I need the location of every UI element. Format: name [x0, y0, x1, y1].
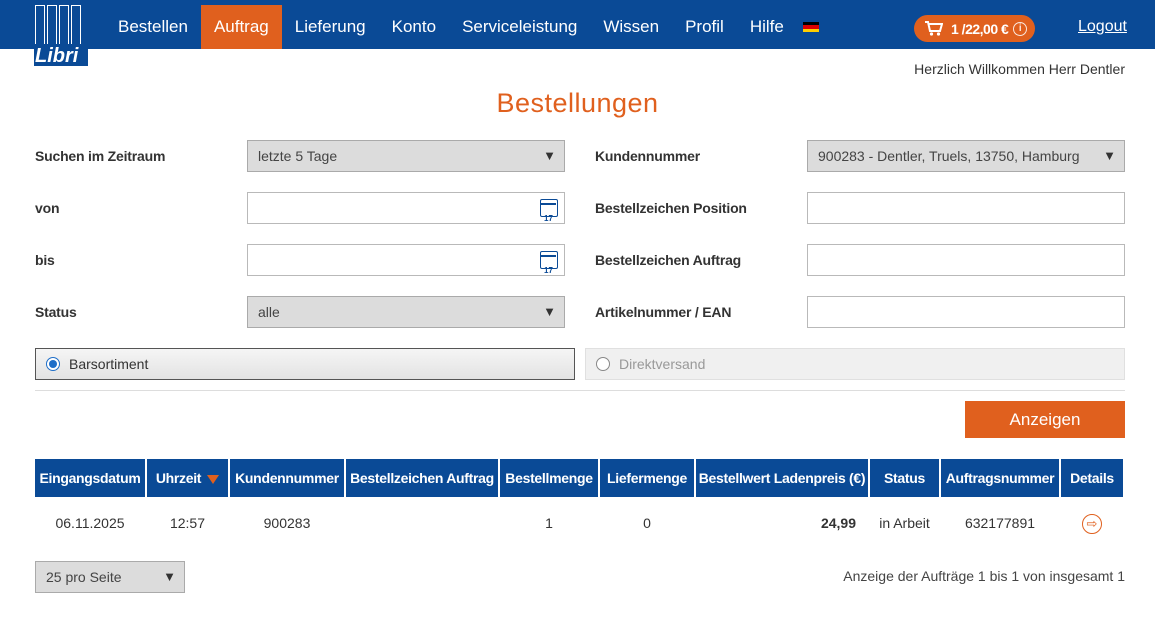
cart-button[interactable]: 1 /22,00 € i — [914, 15, 1035, 42]
col-details: Details — [1061, 459, 1123, 497]
status-value: alle — [258, 304, 280, 320]
kundennummer-label: Kundennummer — [595, 148, 700, 164]
von-date-input[interactable]: 17 — [247, 192, 565, 224]
orders-table-header: Eingangsdatum Uhrzeit Kundennummer Beste… — [35, 459, 1123, 497]
nav-profil[interactable]: Profil — [672, 5, 737, 49]
von-label: von — [35, 200, 60, 216]
nav-lieferung[interactable]: Lieferung — [282, 5, 379, 49]
nav-serviceleistung[interactable]: Serviceleistung — [449, 5, 590, 49]
sort-desc-icon — [207, 474, 220, 484]
cell-status: in Arbeit — [879, 515, 930, 531]
info-icon[interactable]: i — [1013, 21, 1028, 36]
cell-details: ⇨ — [1061, 507, 1123, 539]
position-input[interactable] — [807, 192, 1125, 224]
zeitraum-select[interactable]: letzte 5 Tage ▼ — [247, 140, 565, 172]
artikel-input[interactable] — [807, 296, 1125, 328]
col-bestellwert[interactable]: Bestellwert Ladenpreis (€) — [696, 459, 868, 497]
libri-logo[interactable]: Libri — [34, 4, 88, 66]
dropdown-arrow-icon: ▼ — [543, 148, 556, 163]
cell-liefermenge: 0 — [643, 515, 651, 531]
kundennummer-value: 900283 - Dentler, Truels, 13750, Hamburg — [818, 148, 1080, 164]
anzeigen-button[interactable]: Anzeigen — [965, 401, 1125, 438]
kundennummer-select[interactable]: 900283 - Dentler, Truels, 13750, Hamburg… — [807, 140, 1125, 172]
zeitraum-value: letzte 5 Tage — [258, 148, 338, 164]
welcome-message: Herzlich Willkommen Herr Dentler — [914, 61, 1125, 77]
col-bestellzeichen-auftrag[interactable]: Bestellzeichen Auftrag — [346, 459, 498, 497]
status-label: Status — [35, 304, 77, 320]
cell-kundennummer: 900283 — [263, 515, 311, 531]
nav-hilfe[interactable]: Hilfe — [737, 5, 797, 49]
dropdown-arrow-icon: ▼ — [163, 569, 176, 584]
radio-direktversand[interactable]: Direktversand — [585, 348, 1125, 380]
calendar-icon[interactable]: 17 — [540, 251, 558, 275]
cell-auftragsnummer: 632177891 — [964, 515, 1036, 531]
cell-bestellzeichen — [346, 507, 498, 539]
col-uhrzeit[interactable]: Uhrzeit — [147, 459, 228, 497]
per-page-select[interactable]: 25 pro Seite ▼ — [35, 561, 185, 593]
radio-direktversand-label: Direktversand — [619, 356, 706, 372]
col-bestellmenge[interactable]: Bestellmenge — [500, 459, 598, 497]
artikel-label: Artikelnummer / EAN — [595, 304, 732, 320]
cell-uhrzeit: 12:57 — [169, 515, 206, 531]
libri-logo-text: Libri — [35, 45, 79, 66]
bis-label: bis — [35, 252, 55, 268]
per-page-value: 25 pro Seite — [46, 569, 122, 585]
nav-auftrag[interactable]: Auftrag — [200, 5, 282, 49]
col-uhrzeit-label: Uhrzeit — [155, 470, 202, 486]
cart-icon — [925, 21, 943, 36]
auftrag-label: Bestellzeichen Auftrag — [595, 252, 742, 268]
results-summary: Anzeige der Aufträge 1 bis 1 von insgesa… — [843, 568, 1125, 584]
cell-bestellmenge: 1 — [545, 515, 553, 531]
col-kundennummer[interactable]: Kundennummer — [230, 459, 344, 497]
page-title: Bestellungen — [496, 88, 659, 118]
col-status[interactable]: Status — [870, 459, 939, 497]
table-row: 06.11.2025 12:57 900283 1 0 24,99 in Arb… — [35, 507, 1123, 539]
arrow-right-circle-icon[interactable]: ⇨ — [1082, 514, 1102, 535]
status-select[interactable]: alle ▼ — [247, 296, 565, 328]
cell-eingangsdatum: 06.11.2025 — [55, 515, 125, 531]
nav-wissen[interactable]: Wissen — [590, 5, 672, 49]
radio-barsortiment-label: Barsortiment — [69, 356, 149, 372]
cell-bestellwert: 24,99 — [820, 515, 856, 531]
col-liefermenge[interactable]: Liefermenge — [600, 459, 694, 497]
calendar-icon[interactable]: 17 — [540, 199, 558, 223]
top-navigation-bar: Libri Bestellen Auftrag Lieferung Konto … — [0, 0, 1155, 66]
german-flag-icon[interactable] — [802, 22, 819, 32]
zeitraum-label: Suchen im Zeitraum — [35, 148, 166, 164]
bis-date-input[interactable]: 17 — [247, 244, 565, 276]
radio-checked-icon — [46, 357, 60, 371]
main-nav: Bestellen Auftrag Lieferung Konto Servic… — [105, 5, 832, 49]
cart-summary: 1 /22,00 € — [951, 20, 1009, 37]
radio-barsortiment[interactable]: Barsortiment — [35, 348, 575, 380]
nav-konto[interactable]: Konto — [379, 5, 449, 49]
col-auftragsnummer[interactable]: Auftragsnummer — [941, 459, 1059, 497]
dropdown-arrow-icon: ▼ — [543, 304, 556, 319]
dropdown-arrow-icon: ▼ — [1103, 148, 1116, 163]
col-eingangsdatum[interactable]: Eingangsdatum — [35, 459, 145, 497]
position-label: Bestellzeichen Position — [595, 200, 747, 216]
divider — [35, 390, 1125, 391]
logout-link[interactable]: Logout — [1078, 18, 1127, 36]
nav-bestellen[interactable]: Bestellen — [105, 5, 201, 49]
auftrag-input[interactable] — [807, 244, 1125, 276]
radio-unchecked-icon — [596, 357, 610, 371]
